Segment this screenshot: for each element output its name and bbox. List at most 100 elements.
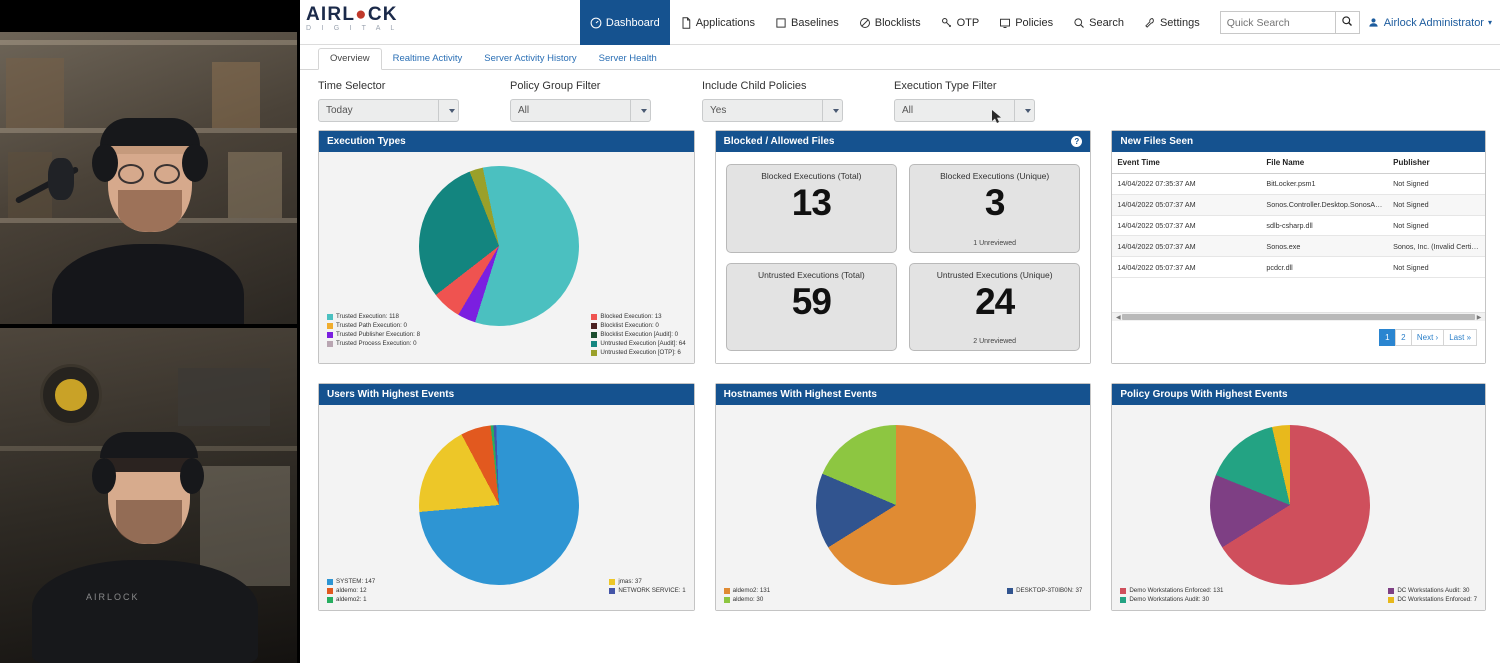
table-row[interactable]: 14/04/2022 05:07:37 AM Sonos.exe Sonos, … [1112, 235, 1486, 258]
legend-label: Trusted Path Execution: 0 [336, 322, 407, 329]
hostnames-legend: aldemo2: 131 aldemo: 30 DESKTOP-3T0IB0N:… [723, 587, 1082, 604]
panel-title: Blocked / Allowed Files [723, 136, 835, 147]
table-row[interactable]: 14/04/2022 07:35:37 AM BitLocker.psm1 No… [1112, 173, 1486, 195]
video-tile-upper[interactable] [0, 32, 297, 324]
nav-item-settings[interactable]: Settings [1134, 0, 1210, 45]
new-files-table-wrapper: Event Time File Name Publisher 14/04/202… [1112, 152, 1486, 312]
page-button-last[interactable]: Last » [1443, 329, 1478, 346]
nav-item-policies[interactable]: Policies [989, 0, 1063, 45]
column-header-publisher[interactable]: Publisher [1388, 152, 1486, 174]
metrics-grid: Blocked Executions (Total) 13 Blocked Ex… [716, 152, 1091, 363]
search-submit-button[interactable] [1334, 11, 1360, 34]
key-icon [941, 17, 953, 29]
nav-item-dashboard[interactable]: Dashboard [579, 0, 670, 45]
legend-item: Trusted Path Execution: 0 [327, 322, 420, 330]
cell-file-name[interactable]: sdlb-csharp.dll [1261, 215, 1389, 237]
tab-server-activity-history[interactable]: Server Activity History [473, 49, 587, 69]
metric-untrusted-unique[interactable]: Untrusted Executions (Unique) 24 2 Unrev… [909, 262, 1081, 351]
nav-item-blocklists[interactable]: Blocklists [849, 0, 931, 45]
airlock-dashboard-window: AIRL●CK D I G I T A L Dashboard Applicat… [300, 0, 1500, 663]
tab-server-health[interactable]: Server Health [588, 49, 668, 69]
brand-logo[interactable]: AIRL●CK D I G I T A L [306, 5, 398, 32]
tab-overview[interactable]: Overview [318, 48, 382, 70]
table-header-row: Event Time File Name Publisher [1112, 152, 1486, 174]
cell-event-time: 14/04/2022 05:07:37 AM [1112, 215, 1262, 237]
legend-column-left: Trusted Execution: 118 Trusted Path Exec… [327, 313, 420, 357]
horizontal-scrollbar[interactable]: ◀ ▶ [1112, 312, 1486, 321]
nav-item-baselines[interactable]: Baselines [765, 0, 849, 45]
legend-swatch [1007, 588, 1014, 594]
nav-item-otp[interactable]: OTP [931, 0, 990, 45]
cell-file-name[interactable]: BitLocker.psm1 [1261, 173, 1389, 195]
help-icon[interactable]: ? [1071, 136, 1083, 147]
panel-body: Demo Workstations Enforced: 131 Demo Wor… [1112, 405, 1486, 610]
legend-item: DESKTOP-3T0IB0N: 37 [1007, 587, 1082, 595]
legend-label: Untrusted Execution [OTP]: 6 [600, 349, 681, 356]
nav-item-search[interactable]: Search [1063, 0, 1134, 45]
execution-types-pie-chart[interactable]: Trusted Execution: 118 Trusted Path Exec… [319, 152, 694, 363]
scroll-right-arrow[interactable]: ▶ [1475, 314, 1483, 321]
video-call-pane: AIRLOCK [0, 0, 300, 663]
legend-item: Untrusted Execution [Audit]: 64 [591, 340, 686, 348]
metric-title: Untrusted Executions (Unique) [936, 269, 1053, 280]
policy-group-dropdown[interactable]: All [510, 99, 651, 122]
hoodie-logo: AIRLOCK [86, 592, 140, 602]
metric-value: 59 [791, 280, 832, 322]
panel-execution-types: Execution Types Trusted Execution: 118 T… [318, 130, 695, 364]
search-input[interactable] [1219, 11, 1335, 34]
cell-file-name[interactable]: Sonos.Controller.Desktop.SonosAdm.Glue.d… [1261, 194, 1389, 216]
cell-file-name[interactable]: pcdcr.dll [1261, 256, 1389, 278]
mouse-cursor [992, 110, 1001, 123]
panel-title: Hostnames With Highest Events [723, 389, 877, 400]
column-header-event-time[interactable]: Event Time [1112, 152, 1262, 174]
table-row[interactable]: 14/04/2022 05:07:37 AM sdlb-csharp.dll N… [1112, 215, 1486, 237]
metric-untrusted-total[interactable]: Untrusted Executions (Total) 59 [725, 262, 897, 351]
page-button-2[interactable]: 2 [1394, 329, 1412, 346]
video-tile-lower[interactable]: AIRLOCK [0, 328, 297, 663]
cell-event-time: 14/04/2022 05:07:37 AM [1112, 256, 1262, 278]
legend-swatch [723, 588, 730, 594]
legend-item: Trusted Execution: 118 [327, 313, 420, 321]
panel-body: Trusted Execution: 118 Trusted Path Exec… [319, 152, 694, 363]
users-pie-chart[interactable]: SYSTEM: 147 aldemo: 12 aldemo2: 1 jmas: … [319, 405, 694, 610]
filter-label: Time Selector [318, 80, 386, 92]
table-row[interactable]: 14/04/2022 05:07:37 AM Sonos.Controller.… [1112, 194, 1486, 216]
legend-item: DC Workstations Enforced: 7 [1388, 596, 1477, 604]
tab-realtime-activity[interactable]: Realtime Activity [382, 49, 474, 69]
legend-label: Trusted Process Execution: 0 [336, 340, 417, 347]
include-child-policies-dropdown[interactable]: Yes [702, 99, 843, 122]
hostnames-pie-chart[interactable]: aldemo2: 131 aldemo: 30 DESKTOP-3T0IB0N:… [715, 405, 1091, 610]
panel-title: Policy Groups With Highest Events [1120, 389, 1288, 400]
column-header-file-name[interactable]: File Name [1261, 152, 1389, 174]
equipment-decor [178, 368, 270, 426]
legend-item: aldemo2: 1 [327, 596, 375, 604]
legend-swatch [591, 332, 598, 338]
legend-label: NETWORK SERVICE: 1 [618, 587, 686, 594]
execution-type-dropdown[interactable]: All [894, 99, 1035, 122]
page-button-next[interactable]: Next › [1410, 329, 1445, 346]
selected-value: Yes [710, 105, 727, 116]
panel-body: Event Time File Name Publisher 14/04/202… [1112, 152, 1486, 363]
headphone-cup-upper [182, 144, 208, 182]
metric-blocked-total[interactable]: Blocked Executions (Total) 13 [725, 164, 897, 253]
cell-file-name[interactable]: Sonos.exe [1261, 235, 1389, 258]
page-button-1[interactable]: 1 [1378, 329, 1396, 346]
panel-title: Users With Highest Events [327, 389, 455, 400]
shelf-decor [0, 40, 297, 45]
chevron-down-icon [822, 100, 842, 121]
metric-blocked-unique[interactable]: Blocked Executions (Unique) 3 1 Unreview… [909, 164, 1081, 253]
nav-item-applications[interactable]: Applications [670, 0, 765, 45]
legend-label: Blocklist Execution [Audit]: 0 [600, 331, 679, 338]
policy-groups-pie-chart[interactable]: Demo Workstations Enforced: 131 Demo Wor… [1112, 405, 1486, 610]
search-icon [1341, 14, 1353, 32]
user-menu[interactable]: Airlock Administrator ▾ [1368, 0, 1500, 45]
panel-body: SYSTEM: 147 aldemo: 12 aldemo2: 1 jmas: … [319, 405, 694, 610]
time-selector-dropdown[interactable]: Today [318, 99, 459, 122]
table-row[interactable]: 14/04/2022 05:07:37 AM pcdcr.dll Not Sig… [1112, 256, 1486, 278]
legend-swatch [1120, 597, 1127, 603]
square-icon [775, 17, 787, 29]
scroll-left-arrow[interactable]: ◀ [1114, 314, 1122, 321]
legend-column-right: DESKTOP-3T0IB0N: 37 [1007, 587, 1082, 604]
users-legend: SYSTEM: 147 aldemo: 12 aldemo2: 1 jmas: … [327, 578, 686, 604]
scrollbar-thumb[interactable] [1122, 314, 1476, 320]
